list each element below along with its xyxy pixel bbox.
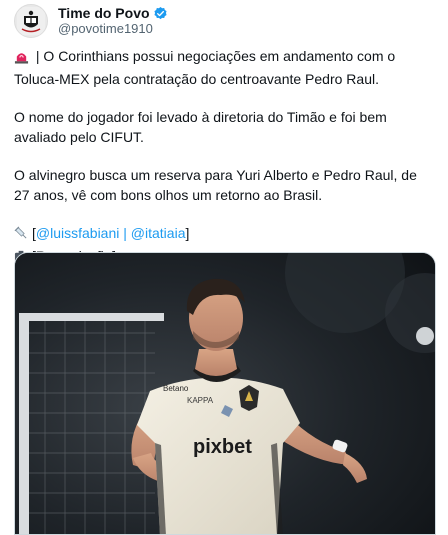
mention-itatiaia[interactable]: @itatiaia xyxy=(131,225,186,241)
paragraph-1-text: | O Corinthians possui negociações em an… xyxy=(14,48,396,87)
post-paragraph-3: O alvinegro busca um reserva para Yuri A… xyxy=(14,167,417,203)
avatar[interactable] xyxy=(14,4,48,38)
author-block: Time do Povo @povotime1910 xyxy=(58,5,168,37)
author-handle[interactable]: @povotime1910 xyxy=(58,21,168,37)
post-paragraph-2: O nome do jogador foi levado à diretoria… xyxy=(14,109,387,145)
name-row: Time do Povo xyxy=(58,5,168,21)
post-media-photo[interactable]: Betano KAPPA pixbet xyxy=(14,252,436,535)
credit-close: ] xyxy=(185,225,190,241)
syringe-icon xyxy=(14,226,29,246)
jersey-sponsor: pixbet xyxy=(193,436,252,458)
verified-badge-icon xyxy=(153,6,168,21)
player-photo: Betano KAPPA pixbet xyxy=(15,253,435,534)
jersey-sleeve-sponsor: Betano xyxy=(163,384,189,393)
club-crest-icon xyxy=(17,7,45,35)
post-paragraph-1: | O Corinthians possui negociações em an… xyxy=(14,46,434,89)
mention-luissfabiani[interactable]: @luissfabiani xyxy=(36,225,119,241)
siren-icon xyxy=(14,49,29,69)
post-header: Time do Povo @povotime1910 xyxy=(14,4,168,38)
author-display-name[interactable]: Time do Povo xyxy=(58,5,150,21)
jersey-brand: KAPPA xyxy=(187,396,214,405)
post-card: Time do Povo @povotime1910 | O Corinthia… xyxy=(0,0,448,535)
post-text: | O Corinthians possui negociações em an… xyxy=(14,46,434,269)
post-credit-line: [@luissfabiani | @itatiaia] xyxy=(14,223,434,246)
mention-separator: | xyxy=(119,225,131,241)
